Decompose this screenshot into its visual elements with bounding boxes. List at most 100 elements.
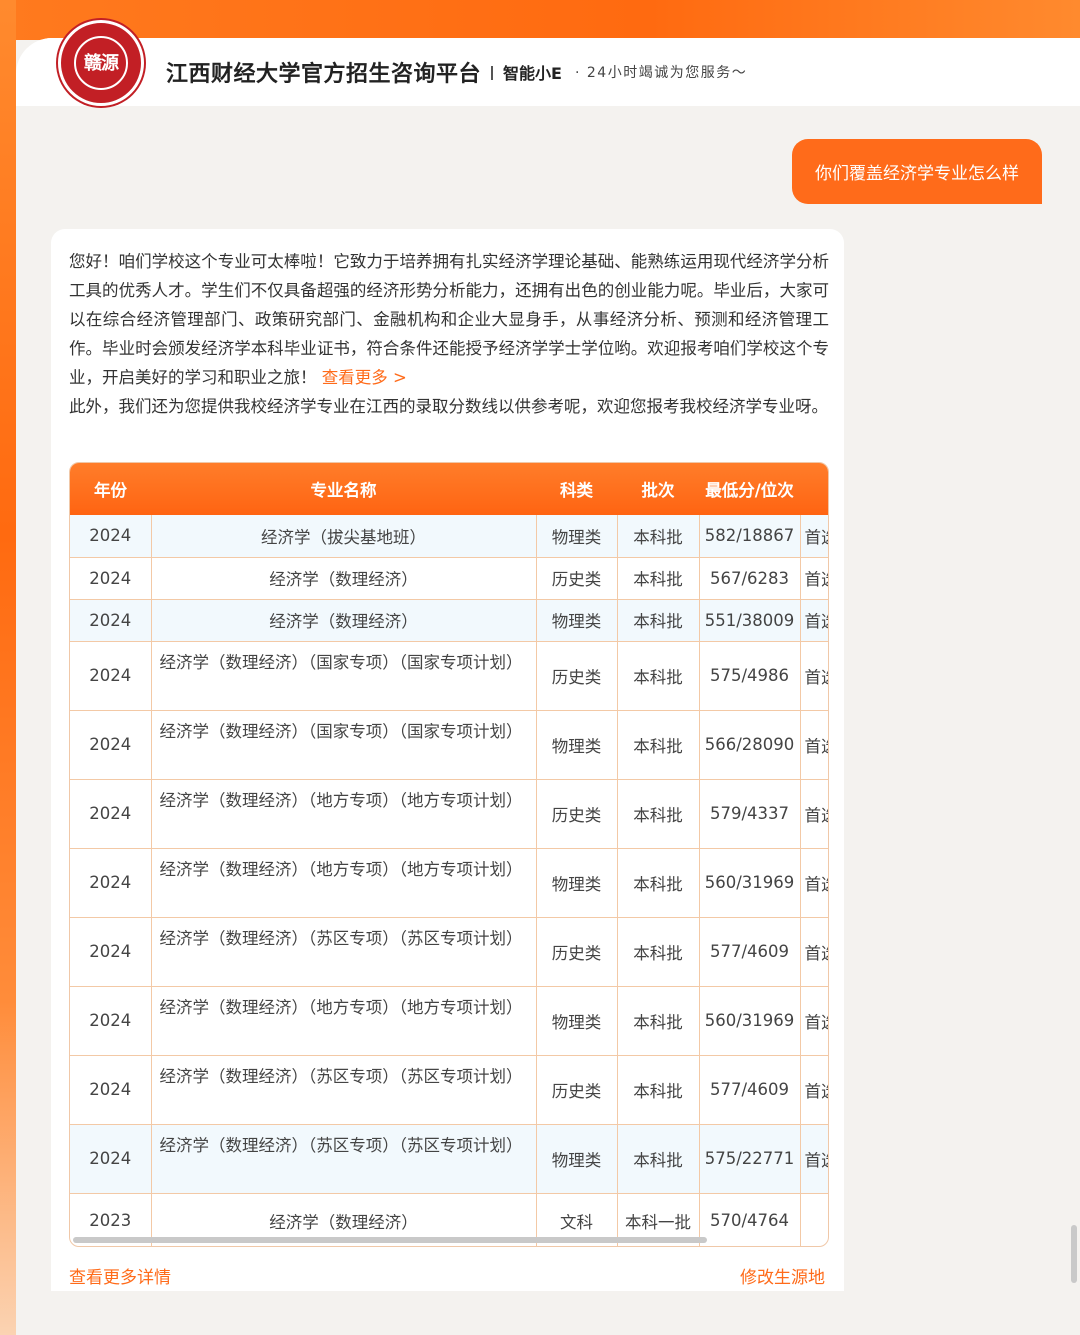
cell-category: 历史类	[536, 779, 618, 849]
cell-batch: 本科批	[617, 1124, 700, 1194]
cell-major-name: 经济学（数理经济）（地方专项）（地方专项计划）	[151, 779, 537, 849]
cell-score: 577/4609	[699, 917, 801, 987]
cell-category: 历史类	[536, 1055, 618, 1125]
reply-paragraph-2: 此外，我们还为您提供我校经济学专业在江西的录取分数线以供参考呢，欢迎您报考我校经…	[69, 397, 828, 416]
cell-batch: 本科批	[617, 848, 700, 918]
cell-major-name: 经济学（数理经济）	[151, 557, 537, 600]
table-row: 2024 经济学（数理经济）（国家专项）（国家专项计划） 物理类 本科批 566…	[70, 710, 828, 780]
cell-batch: 本科批	[617, 557, 700, 600]
logo-seal-glyph: 赣源	[84, 52, 119, 74]
table-row: 2024 经济学（拔尖基地班） 物理类 本科批 582/18867 首选	[70, 515, 828, 558]
cell-year: 2024	[70, 1055, 152, 1125]
cell-extra: 首选	[800, 557, 828, 600]
page-vertical-scrollbar[interactable]	[1071, 1225, 1077, 1283]
table-row: 2024 经济学（数理经济）（苏区专项）（苏区专项计划） 物理类 本科批 575…	[70, 1124, 828, 1194]
cell-extra	[800, 1193, 828, 1246]
header-batch: 批次	[617, 463, 699, 515]
header-major-name: 专业名称	[151, 463, 536, 515]
cell-batch: 本科批	[617, 641, 700, 711]
cell-year: 2024	[70, 917, 152, 987]
cell-major-name: 经济学（数理经济）（苏区专项）（苏区专项计划）	[151, 1124, 537, 1194]
table-row: 2024 经济学（数理经济）（国家专项）（国家专项计划） 历史类 本科批 575…	[70, 641, 828, 711]
table-row: 2024 经济学（数理经济）（地方专项）（地方专项计划） 历史类 本科批 579…	[70, 779, 828, 849]
header-extra	[800, 463, 828, 515]
cell-score: 567/6283	[699, 557, 801, 600]
table-header-row: 年份 专业名称 科类 批次 最低分/位次	[70, 463, 828, 515]
cell-category: 物理类	[536, 599, 618, 642]
cell-year: 2024	[70, 557, 152, 600]
cell-year: 2024	[70, 848, 152, 918]
cell-year: 2024	[70, 710, 152, 780]
cell-batch: 本科批	[617, 1055, 700, 1125]
cell-major-name: 经济学（数理经济）（地方专项）（地方专项计划）	[151, 848, 537, 918]
view-more-details-link[interactable]: 查看更多详情	[69, 1263, 171, 1288]
table-row: 2024 经济学（数理经济） 历史类 本科批 567/6283 首选	[70, 557, 828, 600]
cell-year: 2024	[70, 515, 152, 558]
table-row: 2024 经济学（数理经济）（地方专项）（地方专项计划） 物理类 本科批 560…	[70, 986, 828, 1056]
cell-score: 575/22771	[699, 1124, 801, 1194]
reply-paragraph: 您好！咱们学校这个专业可太棒啦！它致力于培养拥有扎实经济学理论基础、能熟练运用现…	[69, 252, 829, 387]
cell-score: 579/4337	[699, 779, 801, 849]
cell-major-name: 经济学（数理经济）（地方专项）（地方专项计划）	[151, 986, 537, 1056]
cell-year: 2024	[70, 641, 152, 711]
cell-batch: 本科批	[617, 917, 700, 987]
table-horizontal-scrollbar[interactable]	[73, 1237, 707, 1243]
cell-batch: 本科批	[617, 779, 700, 849]
admission-score-table: 年份 专业名称 科类 批次 最低分/位次 2024 经济学（拔尖基地班） 物理类…	[70, 463, 828, 1246]
cell-year: 2024	[70, 1124, 152, 1194]
left-accent-strip	[0, 0, 16, 1335]
cell-score: 560/31969	[699, 848, 801, 918]
cell-major-name: 经济学（拔尖基地班）	[151, 515, 537, 558]
cell-major-name: 经济学（数理经济）	[151, 599, 537, 642]
cell-category: 物理类	[536, 986, 618, 1056]
admission-score-table-container[interactable]: 年份 专业名称 科类 批次 最低分/位次 2024 经济学（拔尖基地班） 物理类…	[69, 462, 829, 1247]
header-min-score-rank: 最低分/位次	[699, 463, 800, 515]
cell-category: 历史类	[536, 557, 618, 600]
cell-extra: 首选	[800, 779, 828, 849]
cell-major-name: 经济学（数理经济）（国家专项）（国家专项计划）	[151, 641, 537, 711]
cell-year: 2024	[70, 986, 152, 1056]
table-row: 2024 经济学（数理经济） 物理类 本科批 551/38009 首选	[70, 599, 828, 642]
cell-score: 575/4986	[699, 641, 801, 711]
cell-major-name: 经济学（数理经济）（国家专项）（国家专项计划）	[151, 710, 537, 780]
cell-batch: 本科批	[617, 986, 700, 1056]
cell-major-name: 经济学（数理经济）（苏区专项）（苏区专项计划）	[151, 917, 537, 987]
cell-extra: 首选	[800, 1124, 828, 1194]
cell-score: 577/4609	[699, 1055, 801, 1125]
table-row: 2024 经济学（数理经济）（苏区专项）（苏区专项计划） 历史类 本科批 577…	[70, 917, 828, 987]
cell-batch: 本科批	[617, 599, 700, 642]
cell-category: 历史类	[536, 641, 618, 711]
see-more-link[interactable]: 查看更多 >	[322, 368, 407, 387]
cell-extra: 首选	[800, 917, 828, 987]
cell-extra: 首选	[800, 515, 828, 558]
service-slogan: · 24小时竭诚为您服务～	[575, 65, 748, 81]
top-banner	[0, 0, 1080, 40]
cell-score: 566/28090	[699, 710, 801, 780]
title-divider	[491, 66, 493, 80]
cell-year: 2024	[70, 599, 152, 642]
cell-category: 物理类	[536, 848, 618, 918]
page-title: 江西财经大学官方招生咨询平台	[166, 62, 482, 87]
header-year: 年份	[70, 463, 151, 515]
cell-score: 551/38009	[699, 599, 801, 642]
header-category: 科类	[536, 463, 617, 515]
cell-extra: 首选	[800, 710, 828, 780]
cell-extra: 首选	[800, 641, 828, 711]
cell-category: 物理类	[536, 1124, 618, 1194]
assistant-reply-text: 您好！咱们学校这个专业可太棒啦！它致力于培养拥有扎实经济学理论基础、能熟练运用现…	[69, 247, 829, 421]
table-row: 2024 经济学（数理经济）（地方专项）（地方专项计划） 物理类 本科批 560…	[70, 848, 828, 918]
cell-score: 582/18867	[699, 515, 801, 558]
user-message-text: 你们覆盖经济学专业怎么样	[815, 164, 1019, 184]
change-origin-link[interactable]: 修改生源地	[740, 1263, 825, 1288]
cell-extra: 首选	[800, 1055, 828, 1125]
cell-extra: 首选	[800, 599, 828, 642]
table-row: 2024 经济学（数理经济）（苏区专项）（苏区专项计划） 历史类 本科批 577…	[70, 1055, 828, 1125]
cell-category: 物理类	[536, 710, 618, 780]
cell-score: 570/4764	[699, 1193, 801, 1246]
cell-score: 560/31969	[699, 986, 801, 1056]
cell-category: 物理类	[536, 515, 618, 558]
university-logo: 赣源	[58, 20, 144, 106]
user-message-bubble: 你们覆盖经济学专业怎么样	[792, 139, 1042, 204]
cell-batch: 本科批	[617, 710, 700, 780]
cell-extra: 首选	[800, 986, 828, 1056]
